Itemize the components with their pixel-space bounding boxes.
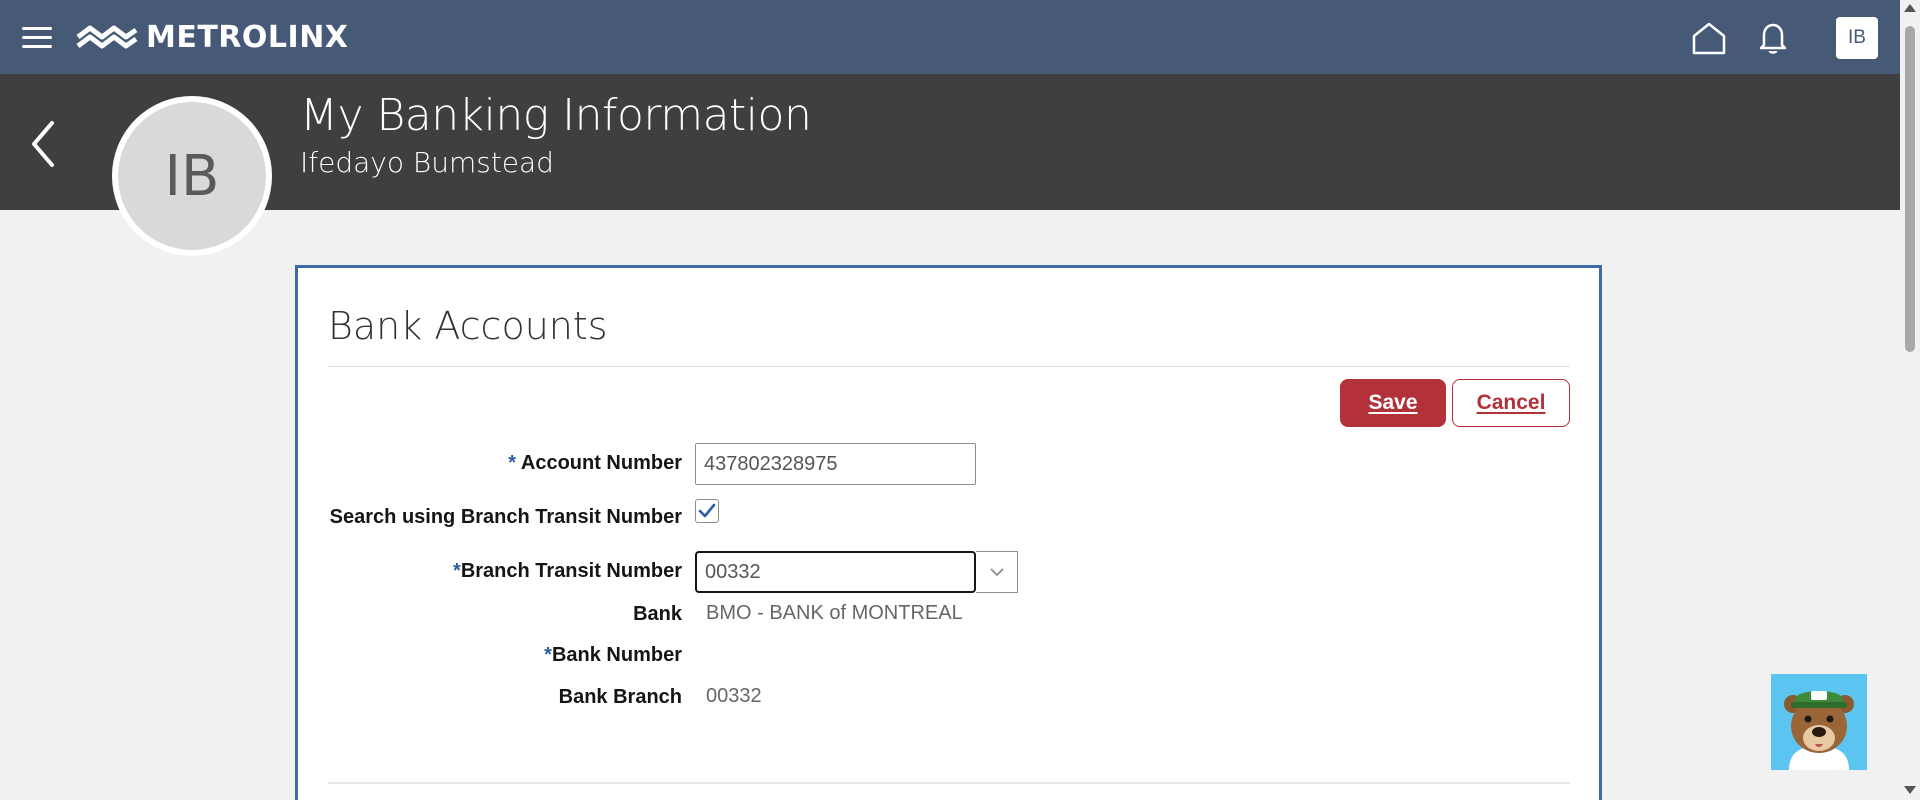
user-menu-badge[interactable]: IB bbox=[1836, 17, 1878, 59]
home-icon[interactable] bbox=[1690, 20, 1728, 56]
divider bbox=[328, 366, 1570, 367]
menu-icon[interactable] bbox=[22, 27, 52, 49]
page-title: My Banking Information bbox=[300, 90, 812, 141]
checkmark-icon bbox=[698, 503, 716, 518]
search-branch-transit-label: Search using Branch Transit Number bbox=[329, 506, 682, 528]
metrolinx-logo[interactable]: METROLINX bbox=[76, 19, 349, 55]
scroll-down-arrow-icon[interactable] bbox=[1904, 786, 1916, 794]
bell-icon[interactable] bbox=[1758, 21, 1788, 55]
card-title: Bank Accounts bbox=[328, 304, 608, 348]
bank-branch-label: Bank Branch bbox=[558, 686, 682, 708]
branch-transit-number-label: *Branch Transit Number bbox=[453, 560, 682, 582]
back-chevron-icon[interactable] bbox=[28, 119, 58, 169]
bank-value: BMO - BANK of MONTREAL bbox=[706, 602, 963, 624]
metrolinx-logo-mark-icon bbox=[76, 25, 138, 49]
avatar: IB bbox=[112, 96, 272, 256]
scroll-thumb[interactable] bbox=[1905, 26, 1915, 352]
page-scrollbar[interactable] bbox=[1900, 0, 1920, 800]
scroll-up-arrow-icon[interactable] bbox=[1904, 4, 1916, 12]
page-subtitle: Ifedayo Bumstead bbox=[300, 146, 554, 179]
search-branch-transit-checkbox[interactable] bbox=[695, 499, 719, 523]
bank-label: Bank bbox=[633, 603, 682, 625]
bank-branch-value: 00332 bbox=[706, 685, 762, 707]
bank-number-label: *Bank Number bbox=[544, 644, 682, 666]
bear-mascot-icon bbox=[1771, 674, 1867, 770]
top-navigation-bar: METROLINX IB bbox=[0, 0, 1900, 74]
chat-assistant-mascot[interactable] bbox=[1771, 674, 1867, 770]
divider bbox=[328, 782, 1570, 784]
account-number-label: * Account Number bbox=[508, 452, 682, 474]
bank-accounts-card: Bank Accounts Save Cancel * Account Numb… bbox=[295, 265, 1602, 800]
branch-transit-dropdown-button[interactable] bbox=[976, 551, 1018, 593]
logo-text: METROLINX bbox=[146, 19, 349, 55]
account-number-input[interactable]: 437802328975 bbox=[695, 443, 976, 485]
save-button[interactable]: Save bbox=[1340, 379, 1446, 427]
page-header bbox=[0, 74, 1900, 210]
chevron-down-icon bbox=[989, 567, 1004, 576]
cancel-button[interactable]: Cancel bbox=[1452, 379, 1570, 427]
branch-transit-number-input[interactable]: 00332 bbox=[695, 551, 976, 593]
